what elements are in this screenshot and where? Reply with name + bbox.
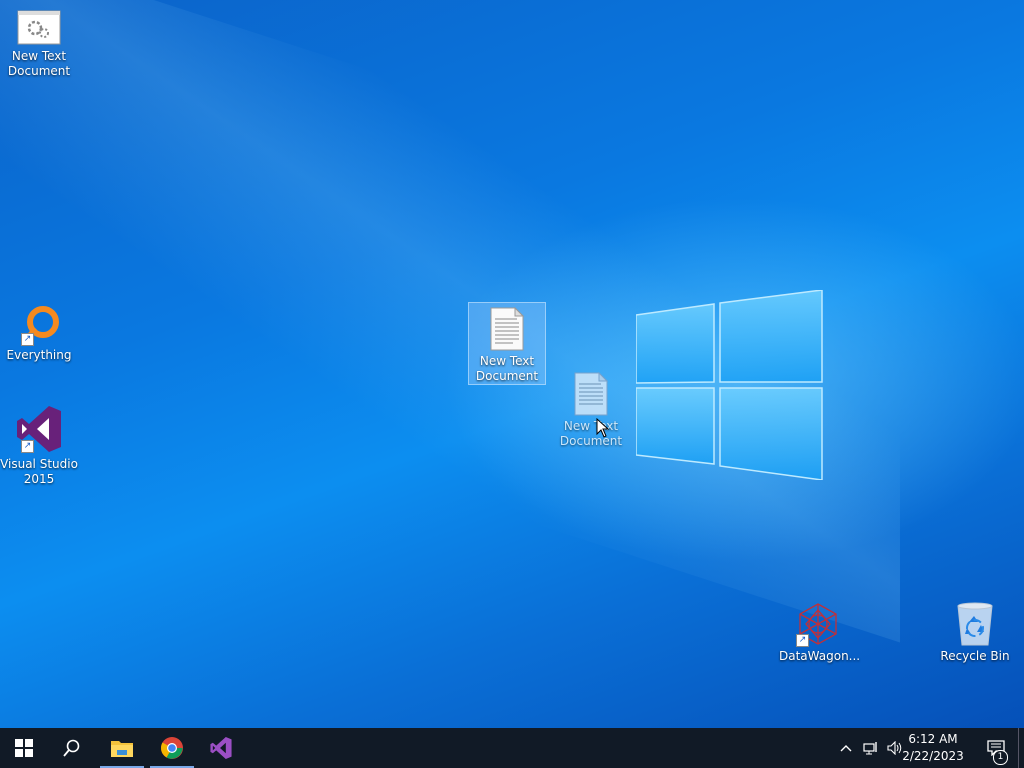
tray-network[interactable] bbox=[860, 728, 882, 768]
desktop-icon-new-text-document-1[interactable]: New Text Document bbox=[0, 10, 78, 79]
icon-label: DataWagon... bbox=[779, 649, 861, 663]
shortcut-arrow-icon: ↗ bbox=[21, 440, 34, 453]
search-icon bbox=[63, 739, 80, 757]
icon-label: Everything bbox=[6, 348, 72, 362]
taskbar-clock[interactable]: 6:12 AM 2/22/2023 bbox=[898, 731, 968, 765]
taskbar-chrome[interactable] bbox=[148, 728, 196, 768]
taskbar: 6:12 AM 2/22/2023 1 bbox=[0, 728, 1024, 768]
clock-date: 2/22/2023 bbox=[902, 749, 964, 763]
desktop-icon-visual-studio[interactable]: ↗ Visual Studio 2015 bbox=[0, 404, 78, 487]
clock-time: 6:12 AM bbox=[908, 732, 958, 746]
visual-studio-icon bbox=[210, 736, 232, 760]
taskbar-visual-studio[interactable] bbox=[197, 728, 245, 768]
icon-label: New Text Document bbox=[475, 354, 539, 383]
chevron-up-icon bbox=[840, 745, 852, 752]
notification-count-badge: 1 bbox=[993, 750, 1008, 765]
desktop-icon-recycle-bin[interactable]: Recycle Bin bbox=[936, 602, 1014, 664]
icon-label: Recycle Bin bbox=[940, 649, 1010, 663]
desktop-icon-datawagon[interactable]: ↗ DataWagon... bbox=[779, 602, 861, 664]
windows-start-icon bbox=[15, 739, 33, 757]
windows-logo-wallpaper bbox=[636, 290, 823, 480]
desktop[interactable]: New Text Document ↗ Everything ↗ Visual … bbox=[0, 0, 1024, 728]
icon-label: New Text Document bbox=[7, 49, 71, 78]
mouse-cursor-icon bbox=[596, 418, 610, 438]
chrome-icon bbox=[161, 737, 183, 759]
start-button[interactable] bbox=[0, 728, 48, 768]
desktop-icon-dragging-document[interactable]: New Text Document bbox=[552, 372, 630, 449]
text-document-icon bbox=[574, 372, 609, 416]
icon-label: Visual Studio 2015 bbox=[0, 457, 78, 486]
desktop-icon-new-text-document-2[interactable]: New Text Document bbox=[468, 302, 546, 385]
icon-label: New Text Document bbox=[559, 419, 623, 448]
text-document-icon bbox=[490, 307, 525, 351]
network-icon bbox=[863, 742, 877, 755]
file-explorer-icon bbox=[111, 741, 133, 757]
show-desktop-button[interactable] bbox=[1018, 728, 1024, 768]
settings-file-icon bbox=[17, 10, 61, 45]
desktop-icon-everything[interactable]: ↗ Everything bbox=[0, 305, 78, 363]
tray-show-hidden[interactable] bbox=[836, 728, 856, 768]
shortcut-arrow-icon: ↗ bbox=[21, 333, 34, 346]
taskbar-file-explorer[interactable] bbox=[98, 728, 146, 768]
shortcut-arrow-icon: ↗ bbox=[796, 634, 809, 647]
search-button[interactable] bbox=[48, 728, 96, 768]
recycle-bin-icon bbox=[957, 602, 993, 646]
